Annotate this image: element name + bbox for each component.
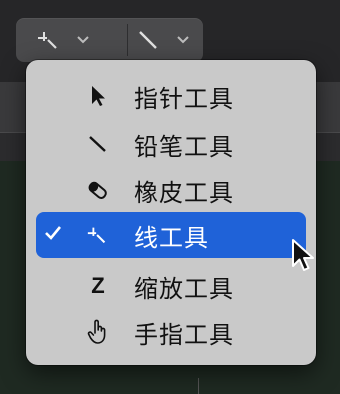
eraser-icon [86, 178, 110, 202]
divider [127, 24, 128, 56]
zoom-icon: Z [91, 273, 105, 298]
menu-item-label: 指针工具 [134, 84, 234, 113]
tool-selector [16, 18, 203, 62]
line-tool-icon [36, 28, 62, 52]
right-tool-button[interactable] [136, 18, 190, 62]
checkmark-icon [36, 223, 70, 247]
hand-icon [86, 319, 110, 344]
tool-menu: 指针工具 铅笔工具 橡皮工具 线工具 Z 缩放工具 手指工具 [26, 60, 316, 365]
menu-item-pointer[interactable]: 指针工具 [36, 74, 306, 118]
menu-item-label: 线工具 [134, 223, 209, 252]
left-tool-button[interactable] [36, 18, 90, 62]
menu-item-label: 橡皮工具 [134, 178, 234, 207]
menu-item-label: 缩放工具 [134, 274, 234, 303]
menu-item-label: 手指工具 [134, 320, 234, 349]
menu-item-eraser[interactable]: 橡皮工具 [36, 168, 306, 212]
menu-item-line[interactable]: 线工具 [36, 212, 306, 258]
mouse-cursor-icon [290, 238, 318, 278]
pencil-icon [86, 132, 110, 156]
menu-item-label: 铅笔工具 [134, 132, 234, 161]
pencil-icon [136, 28, 162, 52]
menu-item-pencil[interactable]: 铅笔工具 [36, 122, 306, 166]
menu-item-hand[interactable]: 手指工具 [36, 310, 306, 354]
pointer-icon [86, 84, 110, 108]
chevron-down-icon [176, 35, 190, 45]
chevron-down-icon [76, 35, 90, 45]
menu-item-zoom[interactable]: Z 缩放工具 [36, 264, 306, 308]
timeline-tick [198, 378, 199, 394]
line-tool-icon [86, 223, 110, 247]
